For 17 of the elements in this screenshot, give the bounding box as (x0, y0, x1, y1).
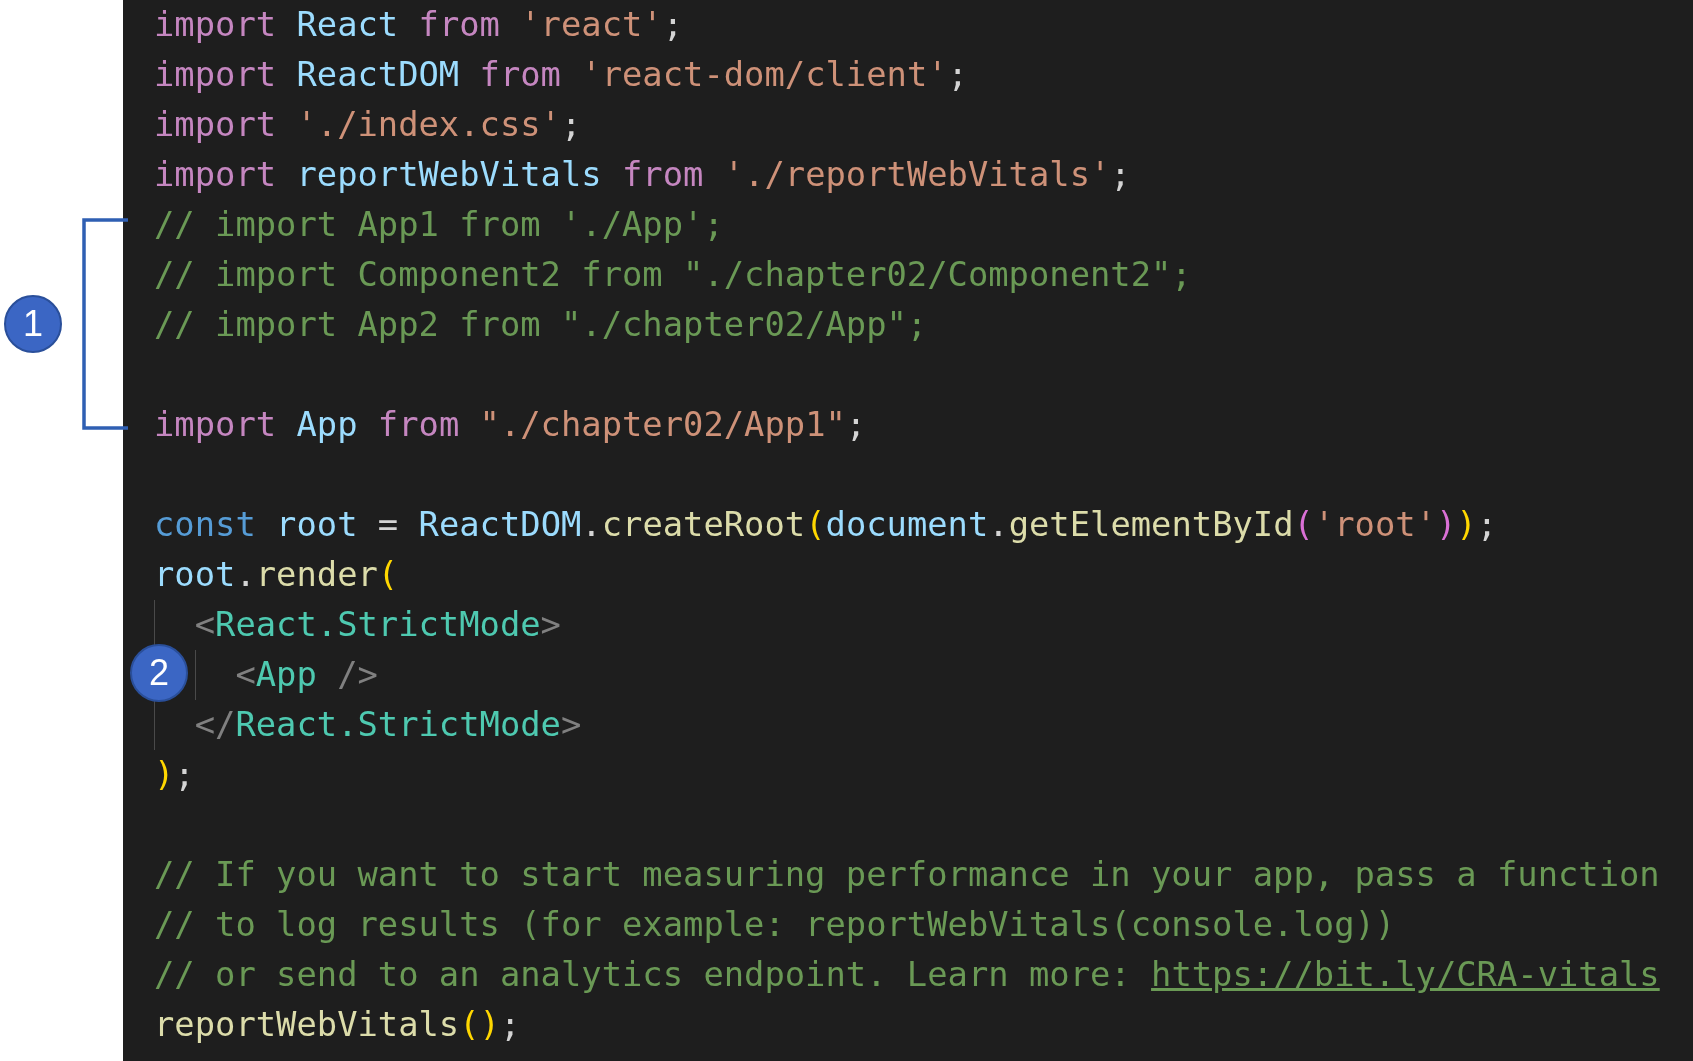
code-line: import ReactDOM from 'react-dom/client'; (154, 54, 969, 96)
code-line: // import Component2 from "./chapter02/Component2"; (154, 254, 1193, 296)
code-line: // If you want to start measuring performance in your app, pass a function (154, 854, 1661, 896)
number-badge: 1 (4, 295, 62, 353)
code-line: import reportWebVitals from './reportWebVitals'; (154, 154, 1132, 196)
url-link[interactable]: https://bit.ly/CRA-vitals (1151, 955, 1660, 994)
code-line: import './index.css'; (154, 104, 583, 146)
code-line: import App from "./chapter02/App1"; (154, 404, 868, 446)
code-line: import React from 'react'; (154, 4, 685, 46)
code-line: // import App2 from "./chapter02/App"; (154, 304, 929, 346)
code-line: ); (154, 754, 196, 796)
code-line: // or send to an analytics endpoint. Learn more: https://bit.ly/CRA-vitals (154, 954, 1661, 996)
code-line: root.render( (154, 554, 400, 596)
code-line: // import App1 from './App'; (154, 204, 725, 246)
code-line: const root = ReactDOM.createRoot(document.getElementById('root')); (154, 504, 1499, 546)
code-line: reportWebVitals(); (154, 1004, 522, 1046)
code-line: // to log results (for example: reportWebVitals(console.log)) (154, 904, 1397, 946)
